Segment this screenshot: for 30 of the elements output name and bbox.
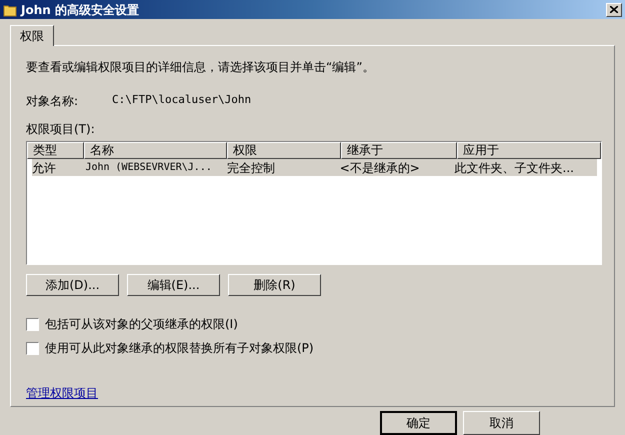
action-button[interactable]: 删除(R): [228, 274, 321, 296]
table-cell-text: <不是继承的>: [340, 160, 421, 176]
window-title: John 的高级安全设置: [21, 2, 139, 18]
checkbox-label: 使用可从此对象继承的权限替换所有子对象权限(P): [45, 340, 314, 357]
action-button[interactable]: 编辑(E)...: [127, 274, 220, 296]
action-button[interactable]: 添加(D)...: [26, 274, 119, 296]
table-cell-text: 完全控制: [226, 160, 276, 176]
folder-icon: [3, 2, 17, 16]
close-icon: [610, 6, 618, 13]
table-cell-text: 此文件夹、子文件夹...: [454, 160, 575, 176]
checkbox[interactable]: [26, 342, 39, 354]
permission-row[interactable]: 允许 John (WEBSEVRVER\J... 完全控制 <不是继承的> 此文件夹、子文件夹...: [32, 159, 597, 176]
description-text: 要查看或编辑权限项目的详细信息，请选择该项目并单击“编辑”。: [26, 59, 376, 76]
list-label: 权限项目(T):: [26, 121, 96, 138]
close-button[interactable]: [606, 2, 622, 16]
table-cell-text: 允许: [32, 160, 57, 176]
column-header[interactable]: 名称: [84, 142, 227, 159]
column-header[interactable]: 权限: [227, 142, 341, 159]
checkbox-label: 包括可从该对象的父项继承的权限(I): [45, 316, 238, 333]
table-cell-text: John (WEBSEVRVER\J...: [85, 161, 213, 175]
object-path: C:\FTP\localuser\John: [112, 92, 252, 108]
column-header[interactable]: 继承于: [341, 142, 457, 159]
column-header[interactable]: 类型: [27, 142, 84, 159]
manage-link[interactable]: 管理权限项目: [26, 384, 98, 402]
column-header[interactable]: 应用于: [457, 142, 601, 159]
tab[interactable]: 权限: [10, 25, 54, 46]
object-name-label: 对象名称:: [26, 93, 80, 110]
dialog-button[interactable]: 确定: [380, 411, 457, 435]
checkbox[interactable]: [26, 318, 39, 330]
dialog-button[interactable]: 取消: [463, 411, 540, 435]
